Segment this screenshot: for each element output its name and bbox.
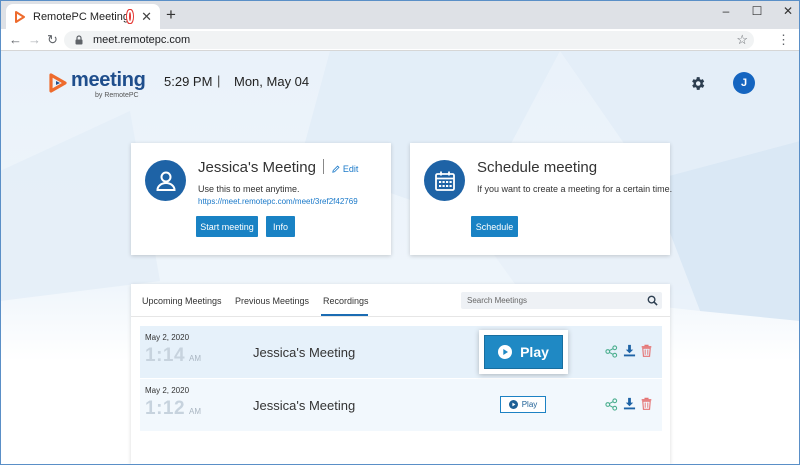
recording-date: May 2, 2020 xyxy=(145,386,190,395)
tab-upcoming-meetings[interactable]: Upcoming Meetings xyxy=(142,296,222,306)
play-button[interactable]: Play xyxy=(500,396,546,413)
meeting-logo[interactable]: meeting by RemotePC xyxy=(47,69,146,99)
edit-label: Edit xyxy=(342,164,359,174)
recording-ampm: AM xyxy=(189,354,202,363)
browser-tab-title: RemotePC Meeting xyxy=(33,10,129,23)
info-button[interactable]: Info xyxy=(266,216,295,237)
settings-gear-icon[interactable] xyxy=(689,75,706,92)
browser-tab-bar: RemotePC Meeting ✕ + – ☐ ✕ xyxy=(0,0,800,29)
browser-tab[interactable]: RemotePC Meeting ✕ xyxy=(6,4,160,29)
schedule-meeting-card: Schedule meeting If you want to create a… xyxy=(410,143,673,255)
schedule-title: Schedule meeting xyxy=(477,159,598,176)
edit-link[interactable]: Edit xyxy=(332,164,359,174)
recording-row: May 2, 2020 1:12 AM Jessica's Meeting Pla… xyxy=(140,379,662,431)
recording-time-value: 1:14 xyxy=(145,345,186,366)
search-icon[interactable] xyxy=(647,295,658,306)
play-button[interactable]: Play xyxy=(484,335,563,369)
schedule-description: If you want to create a meeting for a ce… xyxy=(477,184,673,194)
recording-time: 1:14 AM xyxy=(145,345,201,367)
back-arrow-icon[interactable]: ← xyxy=(9,32,22,48)
share-icon[interactable] xyxy=(605,345,618,358)
pencil-icon xyxy=(332,165,340,173)
user-avatar[interactable]: J xyxy=(733,72,755,94)
user-profile-icon xyxy=(145,160,186,201)
logo-play-icon xyxy=(49,73,67,93)
calendar-icon xyxy=(424,160,465,201)
delete-trash-icon[interactable] xyxy=(640,397,653,410)
share-icon[interactable] xyxy=(605,398,618,411)
play-circle-icon xyxy=(498,345,513,359)
search-placeholder: Search Meetings xyxy=(467,296,528,305)
remotepc-favicon-icon xyxy=(14,10,26,23)
recording-time: 1:12 AM xyxy=(145,398,201,420)
current-date: Mon, May 04 xyxy=(234,74,310,89)
meeting-description: Use this to meet anytime. xyxy=(198,184,300,194)
current-time: 5:29 PM xyxy=(164,74,213,89)
recording-name: Jessica's Meeting xyxy=(253,398,356,413)
recording-row: May 2, 2020 1:14 AM Jessica's Meeting Pla… xyxy=(140,326,662,378)
play-button-highlight: Play xyxy=(479,330,568,374)
address-bar[interactable]: meet.remotepc.com ☆ xyxy=(64,31,754,49)
play-label: Play xyxy=(520,344,549,360)
browser-toolbar: ← → ↻ meet.remotepc.com ☆ ⋮ xyxy=(0,29,800,51)
maximize-button[interactable]: ☐ xyxy=(745,3,769,19)
personal-meeting-card: Jessica's Meeting Edit Use this to meet a… xyxy=(131,143,391,255)
play-label: Play xyxy=(521,400,538,409)
tab-recordings[interactable]: Recordings xyxy=(323,296,369,306)
recording-indicator-icon xyxy=(129,12,132,21)
start-meeting-button[interactable]: Start meeting xyxy=(196,216,258,237)
schedule-button[interactable]: Schedule xyxy=(471,216,518,237)
lock-icon xyxy=(75,35,83,45)
browser-menu-icon[interactable]: ⋮ xyxy=(777,32,790,48)
active-tab-indicator xyxy=(321,314,368,316)
meeting-url-link[interactable]: https://meet.remotepc.com/meet/3ref2f427… xyxy=(198,197,358,206)
recording-time-value: 1:12 xyxy=(145,398,186,419)
meetings-panel: Upcoming Meetings Previous Meetings Reco… xyxy=(131,284,670,464)
recording-name: Jessica's Meeting xyxy=(253,345,356,360)
title-divider xyxy=(322,159,324,174)
download-icon[interactable] xyxy=(623,344,636,357)
tab-previous-meetings[interactable]: Previous Meetings xyxy=(235,296,309,306)
minimize-button[interactable]: – xyxy=(714,3,738,19)
logo-byline: by RemotePC xyxy=(95,92,139,99)
logo-wordmark: meeting xyxy=(71,69,146,91)
download-icon[interactable] xyxy=(623,397,636,410)
page-content: meeting by RemotePC 5:29 PM | Mon, May 0… xyxy=(0,51,800,465)
address-url: meet.remotepc.com xyxy=(93,34,191,46)
forward-arrow-icon[interactable]: → xyxy=(28,32,41,48)
reload-icon[interactable]: ↻ xyxy=(47,32,58,48)
search-meetings-input[interactable]: Search Meetings xyxy=(461,292,662,309)
recording-date: May 2, 2020 xyxy=(145,333,190,342)
new-tab-button[interactable]: + xyxy=(166,6,176,23)
delete-trash-icon[interactable] xyxy=(640,344,653,357)
play-circle-icon xyxy=(508,400,518,409)
meeting-title: Jessica's Meeting xyxy=(198,159,316,176)
bookmark-star-icon[interactable]: ☆ xyxy=(736,32,748,48)
close-window-button[interactable]: ✕ xyxy=(776,3,800,19)
tab-close-icon[interactable]: ✕ xyxy=(141,10,152,23)
time-date-separator: | xyxy=(217,73,221,88)
tabs-divider xyxy=(131,316,670,317)
recording-ampm: AM xyxy=(189,407,202,416)
